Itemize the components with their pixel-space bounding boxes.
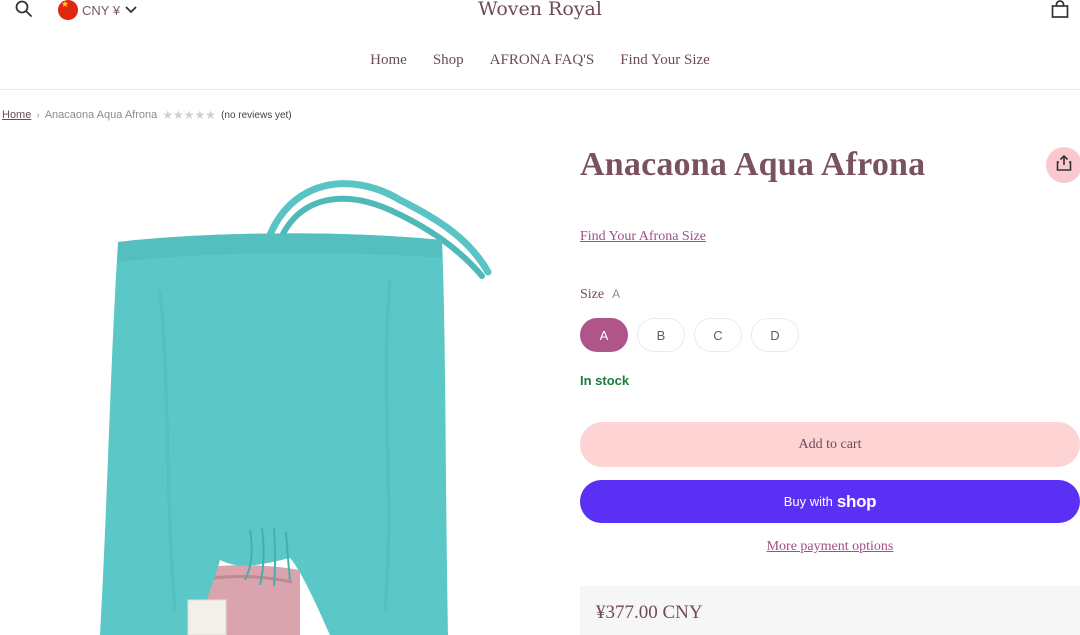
price-box: ¥377.00 CNY (580, 586, 1080, 635)
site-header: CNY ¥ Woven Royal Home Shop AFRONA FAQ'S… (0, 0, 1080, 90)
product-image[interactable] (0, 140, 560, 635)
breadcrumb: Home › Anacaona Aqua Afrona ★ ★ ★ ★ ★ (n… (2, 108, 292, 122)
star-icon: ★ (194, 108, 206, 122)
nav-item-afrona-faqs[interactable]: AFRONA FAQ'S (490, 52, 595, 69)
star-icon: ★ (183, 108, 195, 122)
site-logo[interactable]: Woven Royal (0, 0, 1080, 20)
share-button[interactable] (1046, 147, 1080, 183)
find-size-link[interactable]: Find Your Afrona Size (580, 229, 706, 245)
nav-item-home[interactable]: Home (370, 52, 407, 69)
buy-with-label: Buy with (783, 494, 833, 509)
size-label: Size A (580, 287, 620, 303)
size-label-text: Size (580, 287, 605, 302)
product-title: Anacaona Aqua Afrona (580, 146, 926, 183)
star-icon: ★ (173, 108, 184, 122)
add-to-cart-button[interactable]: Add to cart (580, 422, 1080, 467)
more-payment-options-link[interactable]: More payment options (580, 539, 1080, 555)
size-option-a[interactable]: A (580, 318, 628, 352)
nav-item-shop[interactable]: Shop (433, 52, 464, 69)
star-icon: ★ (205, 108, 217, 122)
selected-size-value: A (612, 287, 621, 301)
buy-with-shop-button[interactable]: Buy with shop (580, 480, 1080, 523)
size-option-b[interactable]: B (637, 318, 685, 352)
stock-status: In stock (580, 373, 630, 388)
size-options: A B C D (580, 318, 799, 352)
breadcrumb-home-link[interactable]: Home (2, 109, 31, 121)
shop-logo: shop (836, 491, 877, 511)
star-icon: ★ (162, 108, 173, 122)
breadcrumb-separator: › (36, 109, 40, 121)
product-price: ¥377.00 CNY (596, 602, 703, 623)
shopping-bag-icon[interactable] (1050, 0, 1070, 20)
size-option-c[interactable]: C (694, 318, 742, 352)
main-nav: Home Shop AFRONA FAQ'S Find Your Size (0, 52, 1080, 69)
review-count[interactable]: (no reviews yet) (221, 110, 292, 121)
nav-item-find-your-size[interactable]: Find Your Size (620, 52, 710, 69)
size-option-d[interactable]: D (751, 318, 799, 352)
share-icon (1055, 154, 1073, 177)
breadcrumb-current: Anacaona Aqua Afrona (44, 109, 158, 121)
rating-stars[interactable]: ★ ★ ★ ★ ★ (162, 108, 216, 122)
